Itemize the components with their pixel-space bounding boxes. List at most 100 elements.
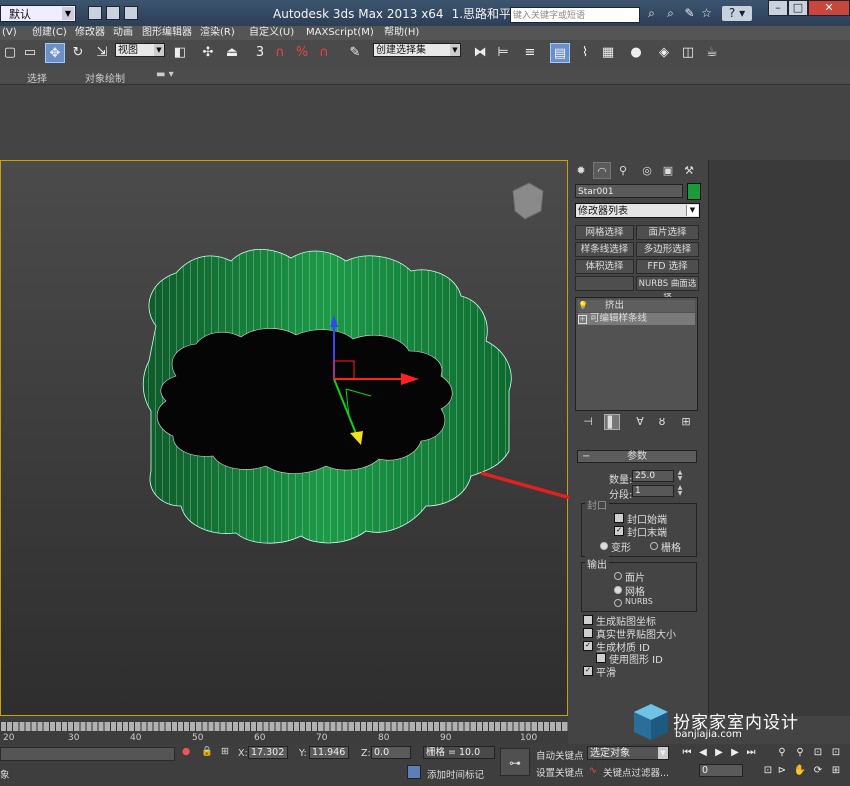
smooth-checkbox[interactable]: ✓ — [583, 666, 593, 676]
minimize-button[interactable]: – — [768, 0, 788, 16]
ribbon-tab-object-paint[interactable]: 对象绘制 — [85, 70, 125, 85]
zoom-all-icon[interactable]: ⚲ — [793, 746, 807, 760]
spinner-snap-icon[interactable]: ∩ — [314, 43, 334, 63]
menu-maxscript[interactable]: MAXScript(M) — [306, 26, 374, 40]
current-frame-field[interactable]: 0 — [699, 764, 743, 777]
time-config-icon[interactable]: ⊡ — [761, 764, 775, 778]
pin-stack-icon[interactable]: ⊣ — [580, 414, 596, 430]
maximize-viewport-icon[interactable]: ⊞ — [829, 764, 843, 778]
amount-input[interactable]: 25.0 — [632, 470, 674, 482]
search-input[interactable]: 键入关键字或短语 — [510, 7, 640, 23]
select-region-icon[interactable]: ▭ — [20, 43, 40, 63]
render-production-icon[interactable]: ☕ — [702, 43, 722, 63]
angle-snap-icon[interactable]: ∩ — [270, 43, 290, 63]
auto-key-button[interactable]: 自动关键点 — [536, 748, 584, 762]
rendered-frame-icon[interactable]: ◫ — [678, 43, 698, 63]
comm-center-icon[interactable]: ✎ — [682, 6, 697, 21]
binoculars-icon[interactable]: ⌕ — [644, 6, 659, 21]
ffd-select-button[interactable]: FFD 选择 — [636, 259, 699, 274]
maxscript-listener[interactable] — [0, 747, 175, 761]
set-key-button[interactable]: 设置关键点 — [536, 765, 584, 779]
close-button[interactable]: ✕ — [808, 0, 850, 16]
object-color-swatch[interactable] — [687, 183, 701, 200]
select-object-icon[interactable]: ▢ — [0, 43, 20, 63]
menu-customize[interactable]: 自定义(U) — [249, 26, 294, 40]
menu-rendering[interactable]: 渲染(R) — [200, 26, 235, 40]
vol-select-button[interactable]: 体积选择 — [575, 259, 634, 274]
add-time-tag-label[interactable]: 添加时间标记 — [427, 767, 484, 781]
next-frame-icon[interactable]: ▶ — [728, 746, 742, 760]
named-selection-dropdown[interactable]: 创建选择集 ▼ — [373, 43, 461, 57]
play-icon[interactable]: ▶ — [712, 746, 726, 760]
snap-toggle-icon[interactable]: 3 — [250, 43, 270, 63]
layer-manager-icon[interactable]: ≡ — [520, 43, 540, 63]
stack-item-extrude[interactable]: 💡 挤出 — [578, 300, 695, 312]
key-filter-icon[interactable]: ∿ — [589, 765, 597, 776]
zoom-extents-all-icon[interactable]: ⊡ — [829, 746, 843, 760]
segments-input[interactable]: 1 — [632, 485, 674, 497]
menu-help[interactable]: 帮助(H) — [384, 26, 419, 40]
time-tag-icon[interactable] — [407, 765, 421, 779]
ribbon-options-icon[interactable]: ▬ ▾ — [156, 69, 174, 80]
real-world-map-checkbox[interactable] — [583, 628, 593, 638]
show-end-result-icon[interactable]: ▌ — [604, 414, 620, 430]
morph-radio[interactable] — [600, 542, 608, 550]
output-mesh-radio[interactable] — [614, 586, 622, 594]
gen-map-coords-checkbox[interactable] — [583, 615, 593, 625]
render-setup-icon[interactable]: ◈ — [654, 43, 674, 63]
empty-modifier-button[interactable] — [575, 276, 634, 291]
rotate-tool-icon[interactable]: ↻ — [68, 43, 88, 63]
cap-end-checkbox[interactable]: ✓ — [614, 526, 624, 536]
time-ruler[interactable] — [0, 722, 568, 731]
modifier-list-dropdown[interactable]: 修改器列表 ▼ — [575, 203, 700, 218]
goto-start-icon[interactable]: ⏮ — [680, 746, 694, 760]
zoom-extents-icon[interactable]: ⊡ — [811, 746, 825, 760]
binoculars-icon[interactable]: ⌕ — [663, 6, 678, 21]
object-name-field[interactable]: Star001 — [575, 184, 683, 198]
expand-icon[interactable]: + — [578, 315, 587, 324]
hierarchy-tab-icon[interactable]: ⚲ — [614, 162, 632, 179]
configure-modifier-sets-icon[interactable]: ⊞ — [678, 414, 694, 430]
align-icon[interactable]: ⊨ — [493, 43, 513, 63]
fov-icon[interactable]: ⊳ — [775, 764, 789, 778]
move-tool-icon[interactable]: ✥ — [45, 43, 65, 63]
menu-animation[interactable]: 动画 — [113, 26, 133, 40]
stack-item-editable-spline[interactable]: + 可编辑样条线 — [578, 313, 695, 325]
display-tab-icon[interactable]: ▣ — [659, 162, 677, 179]
lock-icon[interactable]: 🔒 — [201, 746, 213, 757]
help-icon[interactable]: ? ▾ — [722, 6, 752, 21]
prev-frame-icon[interactable]: ◀ — [696, 746, 710, 760]
maximize-button[interactable]: □ — [788, 0, 808, 16]
create-tab-icon[interactable]: ✹ — [572, 162, 590, 179]
modify-tab-icon[interactable]: ◠ — [593, 162, 611, 179]
absolute-mode-icon[interactable]: ⊞ — [221, 746, 229, 757]
key-filters-button[interactable]: 关键点过滤器... — [603, 765, 669, 779]
gen-matid-checkbox[interactable]: ✓ — [583, 641, 593, 651]
y-coord-field[interactable]: 11.946 — [309, 746, 349, 759]
pan-icon[interactable]: ✋ — [793, 764, 807, 778]
mirror-icon[interactable]: ⧓ — [470, 43, 490, 63]
menu-create[interactable]: 创建(C) — [32, 26, 67, 40]
grid-radio[interactable] — [650, 542, 658, 550]
material-editor-icon[interactable]: ● — [626, 43, 646, 63]
graphite-ribbon-icon[interactable]: ▤ — [550, 43, 570, 63]
reference-coord-dropdown[interactable]: 视图 ▼ — [115, 43, 165, 57]
pivot-center-icon[interactable]: ◧ — [170, 43, 190, 63]
segments-spinner[interactable]: ▲ ▼ — [676, 485, 684, 497]
goto-end-icon[interactable]: ⏭ — [744, 746, 758, 760]
isolate-icon[interactable]: ● — [182, 746, 190, 757]
lightbulb-icon[interactable]: 💡 — [578, 301, 588, 310]
set-key-icon[interactable]: ⊶ — [500, 748, 530, 776]
z-coord-field[interactable]: 0.0 — [371, 746, 411, 759]
keyboard-shortcut-icon[interactable]: ⏏ — [222, 43, 242, 63]
menu-modifiers[interactable]: 修改器 — [75, 26, 105, 40]
use-shape-id-checkbox[interactable] — [596, 653, 606, 663]
zoom-icon[interactable]: ⚲ — [775, 746, 789, 760]
star-icon[interactable]: ☆ — [699, 6, 714, 21]
remove-modifier-icon[interactable]: ȣ — [654, 414, 670, 430]
percent-snap-icon[interactable]: % — [292, 43, 312, 63]
make-unique-icon[interactable]: ∀ — [632, 414, 648, 430]
parameters-rollout-header[interactable]: − 参数 — [577, 450, 697, 463]
select-manipulate-icon[interactable]: ✣ — [198, 43, 218, 63]
utilities-tab-icon[interactable]: ⚒ — [680, 162, 698, 179]
